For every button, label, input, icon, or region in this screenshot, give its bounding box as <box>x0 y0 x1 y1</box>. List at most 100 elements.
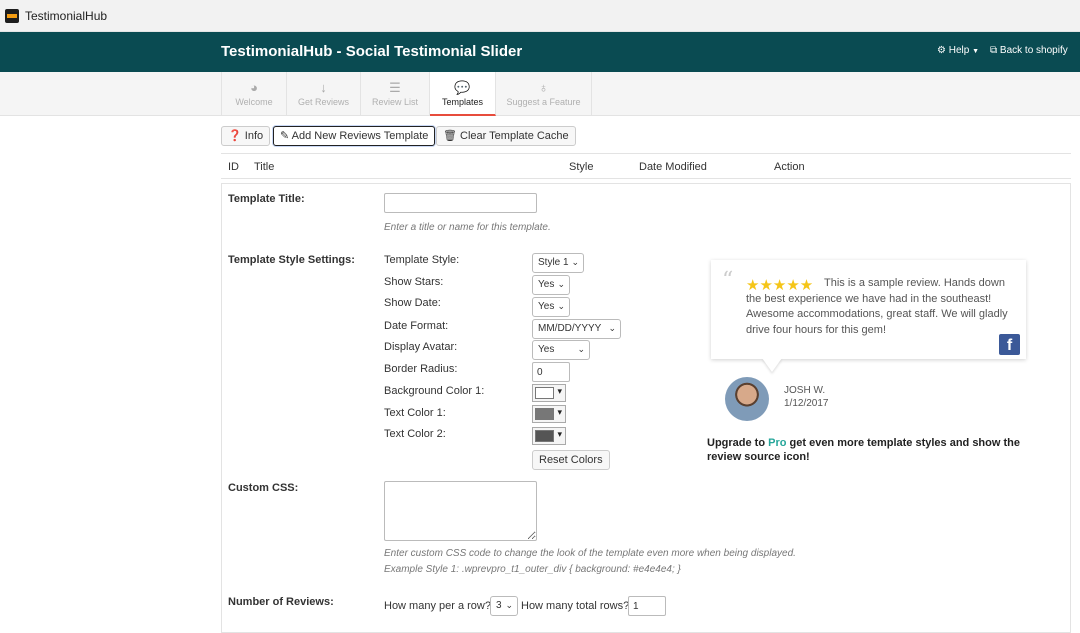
page-title: TestimonialHub - Social Testimonial Slid… <box>221 43 523 60</box>
text-color-2-label: Text Color 2: <box>384 428 446 440</box>
add-template-button[interactable]: ✎ Add New Reviews Template <box>273 126 436 146</box>
show-date-value: Yes <box>538 301 555 312</box>
caret-down-icon: ▾ <box>557 407 562 417</box>
chevron-down-icon: ⌄ <box>505 600 513 610</box>
clear-cache-button[interactable]: 🗑 Clear Template Cache <box>436 126 576 146</box>
lightbulb-icon: ♁ <box>538 80 549 95</box>
per-row-label: How many per a row? <box>384 600 491 612</box>
pro-prefix: Upgrade to <box>707 437 769 449</box>
add-template-label: Add New Reviews Template <box>291 130 429 142</box>
col-id: ID <box>228 161 239 173</box>
tab-get-reviews[interactable]: ↓ Get Reviews <box>287 72 361 116</box>
caret-down-icon: ▾ <box>557 386 562 396</box>
date-format-value: MM/DD/YYYY <box>538 323 602 334</box>
per-row-value: 3 <box>496 600 502 611</box>
chevron-down-icon: ⌄ <box>557 301 565 311</box>
tab-suggest-feature[interactable]: ♁ Suggest a Feature <box>496 72 592 116</box>
num-reviews-label: Number of Reviews: <box>228 596 334 608</box>
upgrade-pro-message: Upgrade to Pro get even more template st… <box>707 436 1057 464</box>
review-preview-card: “ ★★★★★ This is a sample review. Hands d… <box>711 260 1026 359</box>
tab-welcome[interactable]: ◕ Welcome <box>221 72 287 116</box>
info-label: Info <box>244 130 264 142</box>
show-date-label: Show Date: <box>384 297 441 309</box>
show-stars-label: Show Stars: <box>384 276 444 288</box>
trash-icon: 🗑 <box>443 130 457 142</box>
show-stars-select[interactable]: Yes ⌄ <box>532 275 570 295</box>
template-style-value: Style 1 <box>538 257 569 268</box>
tab-label: Welcome <box>235 97 273 107</box>
tab-label: Get Reviews <box>297 97 350 107</box>
app-logo-icon <box>5 9 19 23</box>
speech-pointer <box>762 358 782 372</box>
custom-css-textarea[interactable] <box>384 481 537 541</box>
date-format-label: Date Format: <box>384 320 449 332</box>
facebook-icon: f <box>999 334 1020 355</box>
header-bar: TestimonialHub - Social Testimonial Slid… <box>0 32 1080 72</box>
templates-table-header: ID Title Style Date Modified Action <box>221 153 1071 179</box>
border-radius-input[interactable] <box>532 362 570 382</box>
pencil-icon: ✎ <box>280 130 290 142</box>
tab-label: Suggest a Feature <box>506 97 581 107</box>
avatar <box>725 377 769 421</box>
text-color-2-picker[interactable]: ▾ <box>532 427 566 445</box>
border-radius-label: Border Radius: <box>384 363 458 375</box>
help-label: Help <box>948 45 970 56</box>
style-settings-label: Template Style Settings: <box>228 254 355 266</box>
question-circle-icon: ❓ <box>228 130 242 142</box>
col-title: Title <box>254 161 275 173</box>
clear-cache-label: Clear Template Cache <box>460 130 569 142</box>
show-date-select[interactable]: Yes ⌄ <box>532 297 570 317</box>
app-name: TestimonialHub <box>25 9 108 23</box>
reset-colors-button[interactable]: Reset Colors <box>532 450 610 470</box>
app-bar: TestimonialHub <box>0 0 1080 32</box>
display-avatar-value: Yes <box>538 344 555 355</box>
tab-templates[interactable]: 💬 Templates <box>430 72 496 116</box>
col-action: Action <box>774 161 805 173</box>
total-rows-label: How many total rows? <box>521 600 630 612</box>
download-icon: ↓ <box>320 80 327 95</box>
tab-label: Templates <box>441 97 484 107</box>
review-text: This is a sample review. Hands down the … <box>746 277 1008 336</box>
gear-icon: ⚙ <box>937 45 946 56</box>
date-format-select[interactable]: MM/DD/YYYY ⌄ <box>532 319 621 339</box>
text-color-1-label: Text Color 1: <box>384 407 446 419</box>
reviewer-info: JOSH W. 1/12/2017 <box>784 384 829 410</box>
reviewer-name: JOSH W. <box>784 385 826 396</box>
info-button[interactable]: ❓ Info <box>221 126 271 146</box>
chevron-down-icon: ⌄ <box>577 344 585 354</box>
show-stars-value: Yes <box>538 279 555 290</box>
back-label: Back to shopify <box>999 45 1068 56</box>
chevron-down-icon: ⌄ <box>571 257 579 267</box>
template-title-label: Template Title: <box>228 193 305 205</box>
template-title-input[interactable] <box>384 193 537 213</box>
custom-css-example: Example Style 1: .wprevpro_t1_outer_div … <box>384 564 681 575</box>
per-row-select[interactable]: 3 ⌄ <box>490 596 518 616</box>
tab-review-list[interactable]: ☰ Review List <box>361 72 430 116</box>
template-style-label: Template Style: <box>384 254 460 266</box>
caret-down-icon: ▾ <box>557 429 562 439</box>
tab-label: Review List <box>371 97 418 107</box>
total-rows-input[interactable] <box>628 596 666 616</box>
color-swatch <box>535 387 554 399</box>
nav-tabs: ◕ Welcome ↓ Get Reviews ☰ Review List 💬 … <box>0 72 1080 116</box>
text-color-1-picker[interactable]: ▾ <box>532 405 566 423</box>
custom-css-hint: Enter custom CSS code to change the look… <box>384 548 796 559</box>
color-swatch <box>535 408 554 420</box>
color-swatch <box>535 430 554 442</box>
pro-link[interactable]: Pro <box>768 437 786 449</box>
list-icon: ☰ <box>389 80 401 95</box>
quote-icon: “ <box>722 268 734 293</box>
help-menu[interactable]: ⚙ Help ▼ <box>937 45 979 56</box>
template-style-select[interactable]: Style 1 ⌄ <box>532 253 584 273</box>
col-date-modified: Date Modified <box>639 161 707 173</box>
bg-color-1-picker[interactable]: ▾ <box>532 384 566 402</box>
comments-icon: 💬 <box>454 80 471 95</box>
caret-down-icon: ▼ <box>972 48 980 55</box>
external-link-icon: ⧉ <box>990 45 998 56</box>
custom-css-label: Custom CSS: <box>228 482 299 494</box>
display-avatar-select[interactable]: Yes ⌄ <box>532 340 590 360</box>
chevron-down-icon: ⌄ <box>608 323 616 333</box>
chevron-down-icon: ⌄ <box>557 279 565 289</box>
back-to-shopify-link[interactable]: ⧉ Back to shopify <box>990 45 1068 56</box>
template-title-hint: Enter a title or name for this template. <box>384 222 551 233</box>
